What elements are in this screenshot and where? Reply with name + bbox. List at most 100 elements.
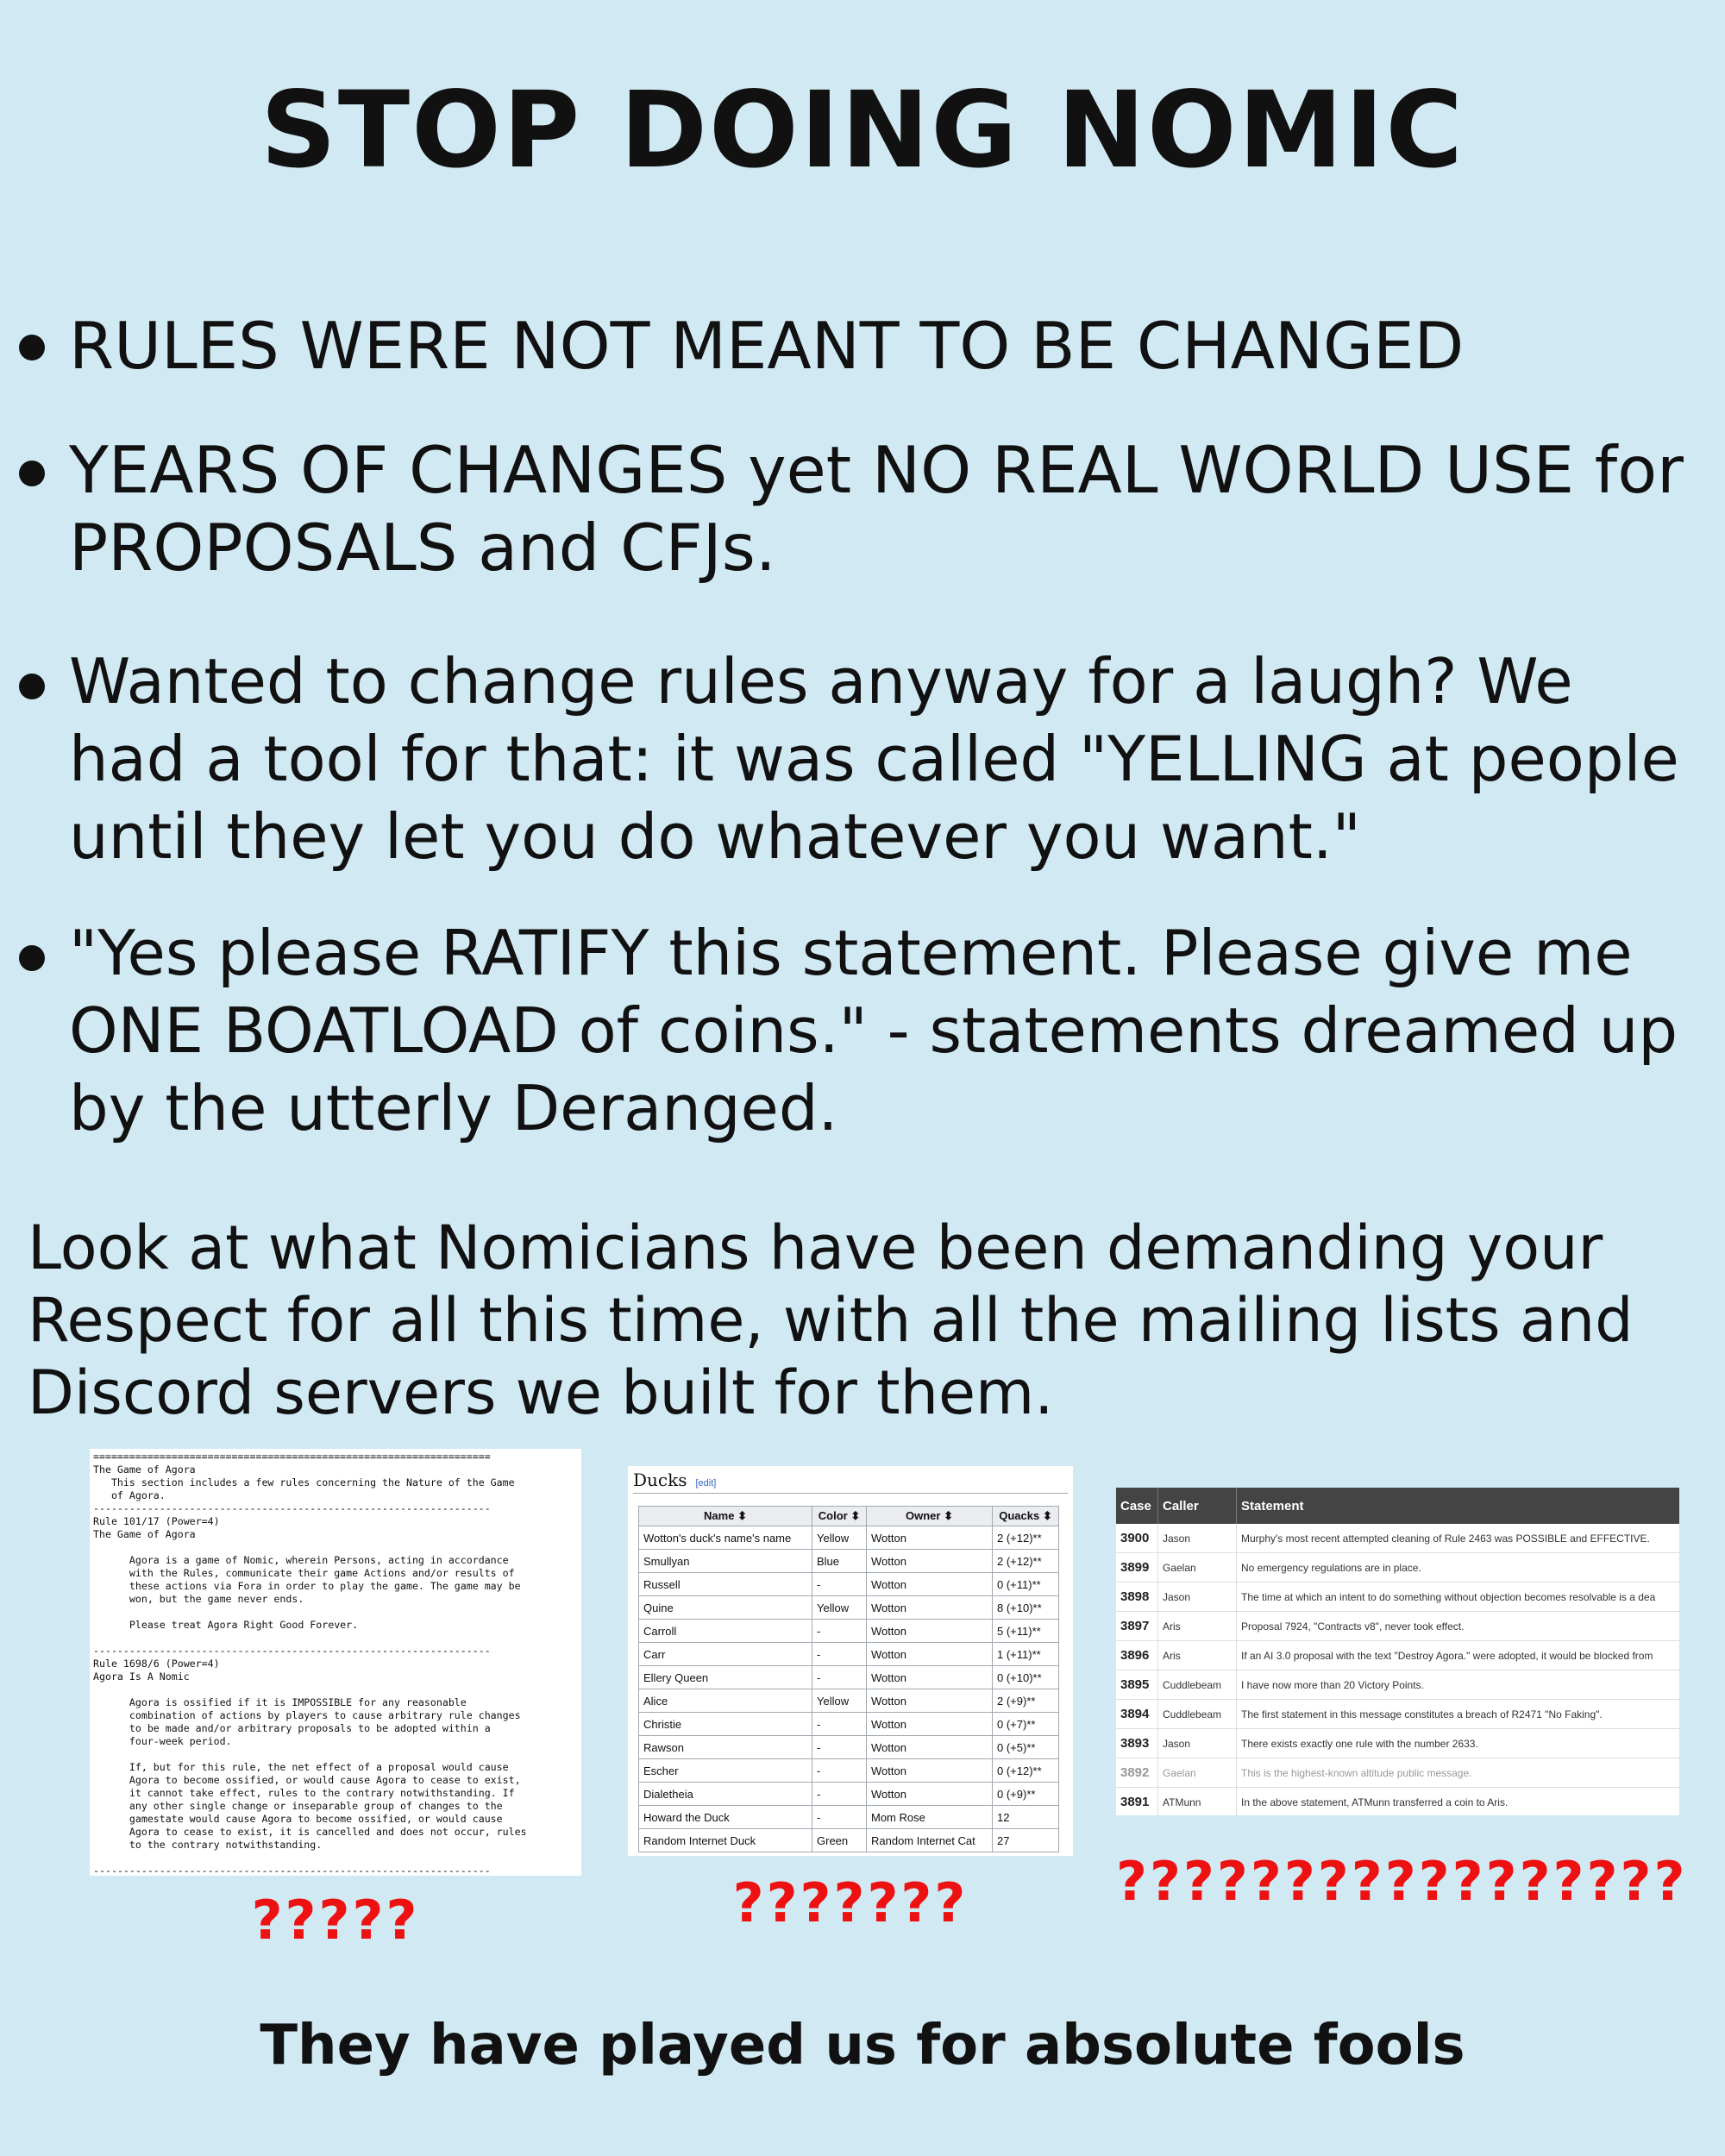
table-cell: 2 (+12)** (992, 1526, 1059, 1550)
bullet-dot (19, 674, 45, 699)
table-cell: Wotton (866, 1758, 993, 1783)
table-row: Quine Yellow Wotton 8 (+10)** (638, 1595, 1059, 1620)
bullet-3: Wanted to change rules anyway for a laug… (19, 642, 1701, 875)
table-cell: - (812, 1758, 867, 1783)
table-cell: 5 (+11)** (992, 1619, 1059, 1643)
table-cell: Wotton (866, 1526, 993, 1550)
table-cell: Wotton (866, 1619, 993, 1643)
table-cell: - (812, 1735, 867, 1759)
table-row: Dialetheia - Wotton 0 (+9)** (638, 1782, 1059, 1806)
table-cell: 3895 (1116, 1670, 1158, 1700)
table-cell: 0 (+7)** (992, 1712, 1059, 1736)
rules-text-screenshot: ========================================… (90, 1449, 581, 1876)
table-cell: 2 (+9)** (992, 1689, 1059, 1713)
table-cell: Blue (812, 1549, 867, 1573)
table-cell: Cuddlebeam (1157, 1699, 1237, 1729)
ducks-table-screenshot: Ducks [edit] Name ⬍ Color ⬍ Owner ⬍ Quack… (628, 1466, 1073, 1856)
table-row: Carr - Wotton 1 (+11)** (638, 1642, 1059, 1666)
table-cell: Wotton (866, 1665, 993, 1689)
table-cell: 0 (+10)** (992, 1665, 1059, 1689)
column-header-name[interactable]: Name ⬍ (638, 1506, 812, 1526)
table-cell: In the above statement, ATMunn transferr… (1236, 1787, 1679, 1815)
table-cell: Alice (638, 1689, 812, 1713)
table-cell: 3891 (1116, 1787, 1158, 1815)
table-cell: Aris (1157, 1611, 1237, 1641)
table-cell: 3899 (1116, 1552, 1158, 1583)
bullet-dot (19, 335, 45, 360)
table-cell: Random Internet Cat (866, 1828, 993, 1852)
table-cell: - (812, 1782, 867, 1806)
column-header-caller: Caller (1157, 1488, 1237, 1524)
table-row: Smullyan Blue Wotton 2 (+12)** (638, 1549, 1059, 1573)
table-cell: 0 (+9)** (992, 1782, 1059, 1806)
table-cell: 3898 (1116, 1582, 1158, 1612)
table-cell: ATMunn (1157, 1787, 1237, 1815)
table-cell: Jason (1157, 1524, 1237, 1553)
bullet-text: Wanted to change rules anyway for a laug… (69, 645, 1679, 873)
table-cell: Wotton (866, 1712, 993, 1736)
table-cell: Yellow (812, 1526, 867, 1550)
cfj-table-screenshot: Case Caller Statement 3900 Jason Murphy's … (1116, 1488, 1679, 1815)
table-cell: Quine (638, 1595, 812, 1620)
rules-text: ========================================… (93, 1451, 527, 1876)
column-header-color[interactable]: Color ⬍ (812, 1506, 867, 1526)
column-header-case: Case (1116, 1488, 1158, 1524)
table-cell: Yellow (812, 1689, 867, 1713)
table-row: 3899 Gaelan No emergency regulations are i… (1116, 1552, 1679, 1583)
table-cell: 3897 (1116, 1611, 1158, 1641)
question-marks-3: ????????????????? (1116, 1850, 1688, 1913)
table-cell: - (812, 1642, 867, 1666)
table-row: Christie - Wotton 0 (+7)** (638, 1712, 1059, 1736)
table-cell: The time at which an intent to do someth… (1236, 1582, 1679, 1612)
table-cell: Proposal 7924, "Contracts v8", never too… (1236, 1611, 1679, 1641)
table-cell: 0 (+11)** (992, 1572, 1059, 1596)
table-cell: Mom Rose (866, 1805, 993, 1829)
table-cell: - (812, 1572, 867, 1596)
table-cell: 8 (+10)** (992, 1595, 1059, 1620)
table-row: 3894 Cuddlebeam The first statement in thi… (1116, 1699, 1679, 1729)
table-cell: 3896 (1116, 1640, 1158, 1670)
table-cell: 1 (+11)** (992, 1642, 1059, 1666)
column-header-owner[interactable]: Owner ⬍ (866, 1506, 993, 1526)
edit-link[interactable]: [edit] (696, 1478, 717, 1489)
table-cell: 3892 (1116, 1758, 1158, 1788)
bullet-dot (19, 461, 45, 486)
question-marks-1: ????? (251, 1889, 420, 1952)
table-cell: - (812, 1619, 867, 1643)
bullet-text: YEARS OF CHANGES yet NO REAL WORLD USE f… (69, 432, 1684, 586)
table-cell: Wotton (866, 1595, 993, 1620)
column-header-quacks[interactable]: Quacks ⬍ (992, 1506, 1059, 1526)
table-cell: 27 (992, 1828, 1059, 1852)
question-marks-2: ??????? (732, 1871, 969, 1934)
table-cell: 0 (+12)** (992, 1758, 1059, 1783)
table-row: 3898 Jason The time at which an intent to … (1116, 1582, 1679, 1612)
table-cell: Wotton (866, 1782, 993, 1806)
table-row: Carroll - Wotton 5 (+11)** (638, 1619, 1059, 1643)
table-cell: Smullyan (638, 1549, 812, 1573)
table-cell: Christie (638, 1712, 812, 1736)
table-cell: 0 (+5)** (992, 1735, 1059, 1759)
table-cell: If an AI 3.0 proposal with the text "Des… (1236, 1640, 1679, 1670)
ducks-table: Name ⬍ Color ⬍ Owner ⬍ Quacks ⬍ Wotton's… (638, 1506, 1059, 1852)
table-cell: Carroll (638, 1619, 812, 1643)
table-cell: Wotton (866, 1689, 993, 1713)
table-cell: The first statement in this message cons… (1236, 1699, 1679, 1729)
bullet-text: "Yes please RATIFY this statement. Pleas… (69, 917, 1678, 1144)
table-cell: Jason (1157, 1728, 1237, 1758)
table-cell: 3893 (1116, 1728, 1158, 1758)
table-row: 3891 ATMunn In the above statement, ATMunn… (1116, 1787, 1679, 1815)
table-row: Russell - Wotton 0 (+11)** (638, 1572, 1059, 1596)
table-cell: Murphy's most recent attempted cleaning … (1236, 1524, 1679, 1553)
table-cell: Ellery Queen (638, 1665, 812, 1689)
ducks-heading: Ducks [edit] (633, 1470, 1068, 1494)
page-title: STOP DOING NOMIC (260, 69, 1465, 191)
table-cell: Carr (638, 1642, 812, 1666)
table-cell: Random Internet Duck (638, 1828, 812, 1852)
table-row: 3893 Jason There exists exactly one rule w… (1116, 1728, 1679, 1758)
table-cell: Wotton's duck's name's name (638, 1526, 812, 1550)
table-cell: - (812, 1665, 867, 1689)
bullet-4: "Yes please RATIFY this statement. Pleas… (19, 914, 1701, 1147)
table-cell: Dialetheia (638, 1782, 812, 1806)
ducks-heading-text: Ducks (633, 1470, 687, 1490)
table-cell: There exists exactly one rule with the n… (1236, 1728, 1679, 1758)
